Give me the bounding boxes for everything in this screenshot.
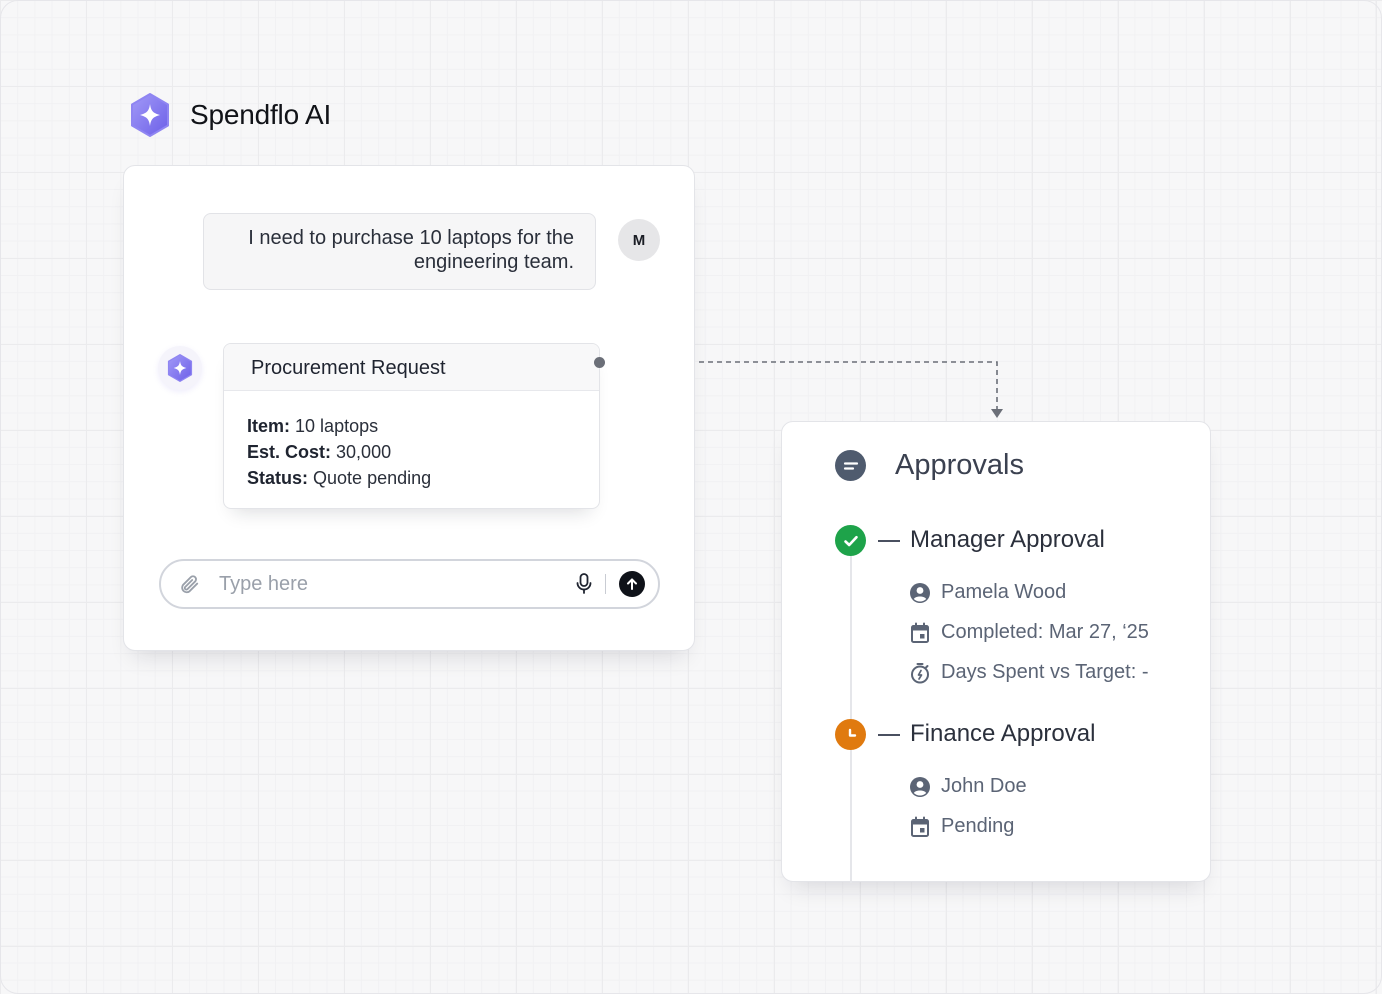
manager-days-spent: Days Spent vs Target: - [909,661,1149,684]
timeline-line [850,540,852,883]
connector-dot [594,357,605,368]
ai-avatar [158,346,202,390]
manager-approval-title[interactable]: Manager Approval [910,526,1105,554]
request-card-body: Item: 10 laptops Est. Cost: 30,000 Statu… [224,391,599,491]
user-message-text: I need to purchase 10 laptops for the en… [248,227,574,273]
stopwatch-icon [909,662,931,684]
user-circle-icon [909,582,931,604]
microphone-icon[interactable] [574,572,594,596]
request-card-title: Procurement Request [224,344,599,391]
user-message-bubble: I need to purchase 10 laptops for the en… [203,213,596,290]
list-icon [835,450,866,481]
chat-input[interactable] [219,571,549,597]
finance-approver: John Doe [909,775,1027,798]
manager-approver: Pamela Wood [909,581,1066,604]
request-field-status: Status: Quote pending [247,468,432,488]
manager-completed-date: Completed: Mar 27, ‘25 [909,621,1149,644]
request-field-item: Item: 10 laptops [247,416,379,436]
send-button[interactable] [619,571,645,597]
user-circle-icon [909,776,931,798]
chat-input-bar [159,559,660,609]
check-circle-icon [835,525,866,556]
brand-header: Spendflo AI [128,92,331,138]
chat-panel: I need to purchase 10 laptops for the en… [123,165,695,651]
clock-icon [835,719,866,750]
step-dash [878,734,900,736]
brand-name: Spendflo AI [190,99,332,130]
sparkle-hexagon-icon [167,354,193,382]
procurement-request-card[interactable]: Procurement Request Item: 10 laptops Est… [223,343,600,509]
input-divider [605,574,606,594]
approvals-panel: Approvals Manager Approval Pamela Wood C… [781,421,1211,883]
finance-approval-title[interactable]: Finance Approval [910,720,1095,748]
user-avatar: M [618,219,660,261]
paperclip-icon[interactable] [178,573,200,595]
approvals-title: Approvals [895,449,1024,481]
request-field-cost: Est. Cost: 30,000 [247,442,392,462]
sparkle-hexagon-icon [131,93,169,137]
step-dash [878,540,900,542]
finance-status: Pending [909,815,1014,838]
calendar-icon [909,816,931,838]
arrow-up-icon [627,578,637,590]
calendar-icon [909,622,931,644]
